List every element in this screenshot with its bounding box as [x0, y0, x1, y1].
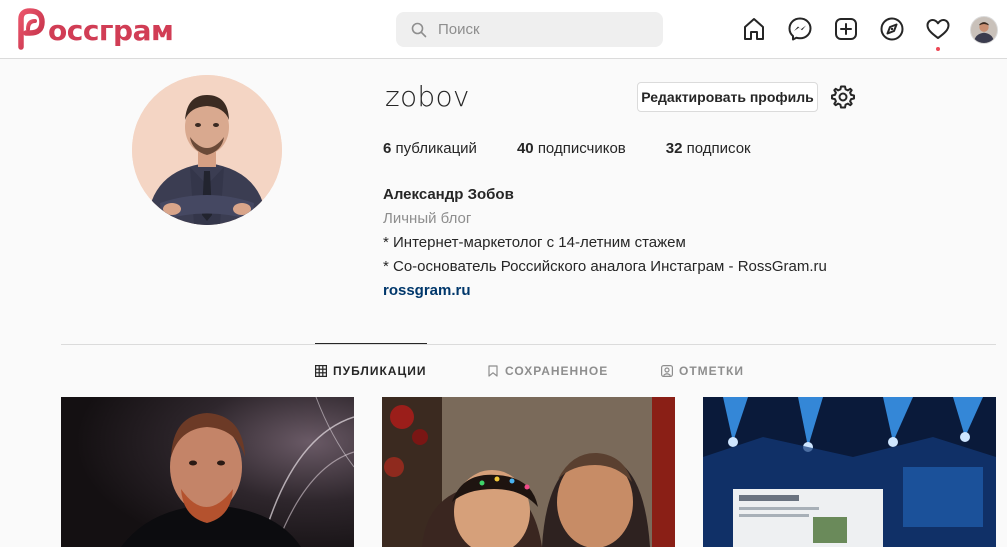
top-navigation-bar: оссграм	[0, 0, 1007, 59]
search-box[interactable]	[396, 12, 663, 47]
home-button[interactable]	[741, 16, 767, 44]
bio-line: * Интернет-маркетолог с 14-летним стажем	[383, 234, 686, 251]
logo[interactable]: оссграм	[13, 7, 174, 51]
post-thumbnail[interactable]	[61, 397, 354, 547]
post-thumbnail[interactable]	[703, 397, 996, 547]
following-count[interactable]: 32 подписок	[666, 140, 751, 157]
avatar	[970, 16, 998, 44]
gear-icon[interactable]	[830, 84, 856, 110]
activity-button[interactable]	[925, 16, 951, 51]
grid-icon	[315, 365, 327, 377]
posts-count: 6 публикаций	[383, 140, 477, 157]
tab-label: ОТМЕТКИ	[679, 364, 744, 378]
profile-stats: 6 публикаций 40 подписчиков 32 подписок	[383, 140, 791, 157]
messenger-button[interactable]	[787, 16, 813, 44]
profile-avatar[interactable]	[132, 75, 282, 225]
edit-profile-button[interactable]: Редактировать профиль	[637, 82, 818, 112]
profile-category: Личный блог	[383, 210, 472, 227]
profile-avatar-button[interactable]	[970, 16, 998, 44]
profile-full-name: Александр Зобов	[383, 186, 514, 203]
new-post-button[interactable]	[833, 16, 859, 44]
bio-line: * Со-основатель Российского аналога Инст…	[383, 258, 827, 275]
post-image	[382, 397, 675, 547]
profile-website-link[interactable]: rossgram.ru	[383, 279, 827, 303]
profile-bio: Александр Зобов Личный блог * Интернет-м…	[383, 183, 827, 303]
followers-count[interactable]: 40 подписчиков	[517, 140, 626, 157]
avatar-small-image	[971, 17, 997, 43]
tab-tagged[interactable]: ОТМЕТКИ	[661, 364, 744, 378]
post-image	[703, 397, 996, 547]
explore-button[interactable]	[879, 16, 905, 44]
logo-r-icon	[15, 8, 45, 50]
tagged-icon	[661, 365, 673, 377]
post-thumbnail[interactable]	[382, 397, 675, 547]
messenger-icon	[788, 17, 812, 41]
notification-dot	[936, 47, 940, 51]
logo-text: оссграм	[48, 13, 174, 47]
explore-icon	[880, 17, 904, 41]
search-input[interactable]	[438, 21, 638, 38]
profile-username: zobov	[385, 80, 470, 113]
activity-heart-icon	[926, 19, 950, 39]
tab-saved[interactable]: СОХРАНЕННОЕ	[487, 364, 608, 378]
tab-posts[interactable]: ПУБЛИКАЦИИ	[315, 364, 426, 378]
profile-photo	[132, 75, 282, 225]
search-icon	[411, 22, 427, 37]
post-image	[61, 397, 354, 547]
tab-label: СОХРАНЕННОЕ	[505, 364, 609, 378]
tabs-divider	[61, 344, 996, 345]
active-tab-indicator	[315, 343, 427, 344]
tab-label: ПУБЛИКАЦИИ	[333, 364, 427, 378]
bookmark-icon	[488, 365, 498, 377]
home-icon	[744, 18, 764, 40]
new-post-icon	[835, 18, 857, 40]
